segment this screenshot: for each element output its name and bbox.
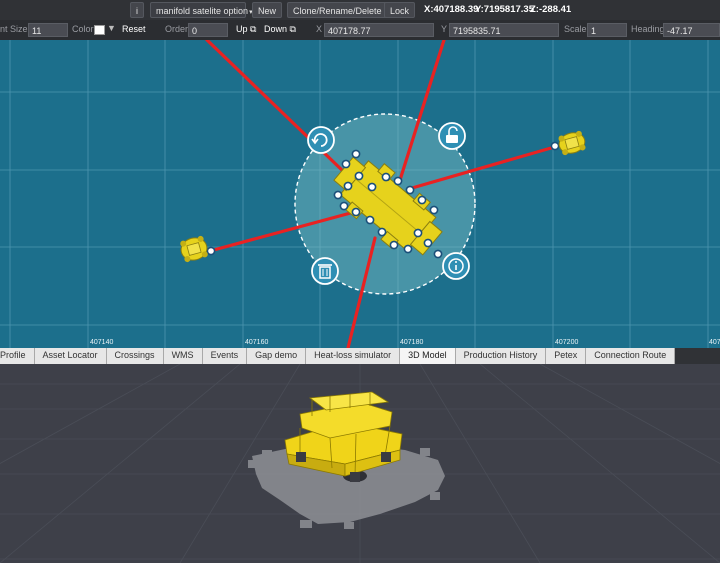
info-button-label: i [136, 6, 138, 16]
send-backward-icon: ⧉ [289, 24, 296, 34]
axis-label: 407 [709, 339, 720, 346]
tab-connection-route[interactable]: Connection Route [586, 348, 676, 364]
tab-label: WMS [171, 350, 194, 360]
x-label: X [316, 24, 323, 34]
x-position-input[interactable]: 407178.77 [324, 23, 434, 37]
axis-label: 407160 [245, 339, 268, 346]
tab-label: Gap demo [255, 350, 298, 360]
satellite-well-right[interactable] [557, 130, 587, 156]
map-view[interactable]: 407140 407160 407180 407200 407 [0, 40, 720, 348]
new-button-label: New [258, 6, 277, 16]
y-label: Y [441, 24, 448, 34]
3d-scene-canvas[interactable] [0, 364, 720, 563]
x-coordinate-readout: X:407188.39 [424, 4, 479, 15]
down-button[interactable]: Down ⧉ [264, 24, 296, 35]
new-button[interactable]: New [252, 2, 283, 18]
order-input[interactable]: 0 [188, 23, 228, 37]
info-icon[interactable] [442, 252, 470, 280]
tab-crossings[interactable]: Crossings [106, 348, 164, 364]
tab-label: Production History [463, 350, 538, 360]
scale-label: Scale [564, 24, 587, 34]
axis-label: 407180 [400, 339, 423, 346]
caret-down-icon[interactable]: ▼ [107, 23, 116, 33]
tab-label: Heat-loss simulator [314, 350, 392, 360]
color-swatch[interactable] [94, 25, 105, 35]
tab-asset-locator[interactable]: Asset Locator [34, 348, 107, 364]
heading-input[interactable]: -47.17 [663, 23, 720, 37]
font-size-input[interactable]: 11 [28, 23, 68, 37]
lock-button[interactable]: Lock [384, 2, 416, 18]
info-button[interactable]: i [130, 2, 144, 18]
tab-label: 3D Model [408, 350, 447, 360]
tab-wms[interactable]: WMS [163, 348, 203, 364]
option-dropdown-value: manifold satelite option [156, 6, 249, 16]
option-dropdown[interactable]: manifold satelite option▾ [150, 2, 253, 18]
bring-forward-icon: ⧉ [250, 24, 257, 34]
tab-label: Events [210, 350, 239, 360]
tab-petex[interactable]: Petex [546, 348, 587, 364]
tab-profile[interactable]: Profile [0, 348, 35, 364]
y-coordinate-readout: Y:7195817.35 [475, 4, 534, 15]
rotate-icon[interactable] [307, 126, 335, 154]
axis-label: 407200 [555, 339, 578, 346]
color-label: Color [72, 24, 94, 34]
axis-label: 407140 [90, 339, 113, 346]
lock-button-label: Lock [390, 6, 410, 16]
tab-production-history[interactable]: Production History [455, 348, 547, 364]
tab-label: Connection Route [594, 350, 667, 360]
tab-label: Profile [0, 350, 26, 360]
tab-gap-demo[interactable]: Gap demo [247, 348, 307, 364]
tab-label: Crossings [114, 350, 155, 360]
clone-rename-delete-button[interactable]: Clone/Rename/Delete [287, 2, 388, 18]
trash-icon[interactable] [311, 257, 339, 285]
tab-events[interactable]: Events [202, 348, 248, 364]
y-position-input[interactable]: 7195835.71 [449, 23, 559, 37]
tab-heat-loss-simulator[interactable]: Heat-loss simulator [306, 348, 401, 364]
down-label: Down [264, 24, 288, 34]
z-coordinate-readout: Z:-288.41 [530, 4, 572, 15]
scale-input[interactable]: 1 [587, 23, 627, 37]
tab-label: Petex [554, 350, 578, 360]
3d-model-viewport[interactable] [0, 364, 720, 563]
order-label: Order [165, 24, 189, 34]
satellite-well-left[interactable] [179, 235, 210, 263]
tab-3d-model[interactable]: 3D Model [400, 348, 456, 364]
font-size-label: nt Size: [0, 24, 31, 34]
properties-toolbar: nt Size: 11 Color ▼ Reset Order 0 Up ⧉ D… [0, 20, 720, 40]
top-toolbar: i manifold satelite option▾ New Clone/Re… [0, 0, 720, 20]
reset-button[interactable]: Reset [122, 24, 146, 34]
clone-button-label: Clone/Rename/Delete [293, 6, 382, 16]
map-canvas[interactable]: 407140 407160 407180 407200 407 [0, 40, 720, 348]
up-label: Up [236, 24, 248, 34]
tab-label: Asset Locator [42, 350, 98, 360]
tab-bar-filler [675, 348, 720, 364]
up-button[interactable]: Up ⧉ [236, 24, 256, 35]
panel-tabs: Profile Asset Locator Crossings WMS Even… [0, 348, 720, 364]
heading-label: Heading [631, 24, 665, 34]
unlock-icon[interactable] [438, 122, 466, 150]
